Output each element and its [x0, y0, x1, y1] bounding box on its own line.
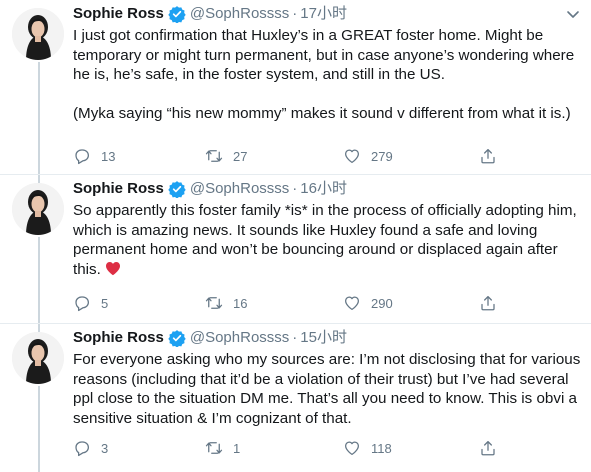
retweet-icon — [205, 297, 223, 309]
retweet-count: 16 — [233, 295, 248, 311]
share-icon — [481, 440, 495, 456]
reply-button[interactable]: 5 — [73, 294, 108, 312]
share-icon — [481, 295, 495, 311]
author-name[interactable]: Sophie Ross — [73, 328, 164, 348]
thread-line — [38, 62, 40, 175]
author-name[interactable]: Sophie Ross — [73, 4, 164, 24]
retweet-icon — [205, 442, 223, 454]
tweet[interactable]: Sophie Ross @SophRossss · 15小时 For every… — [0, 324, 591, 472]
reply-icon — [75, 296, 90, 312]
thread-line — [38, 175, 40, 183]
retweet-icon — [205, 150, 223, 162]
timestamp[interactable]: 15小时 — [300, 328, 347, 348]
tweet-actions: 3 1 118 — [73, 438, 513, 458]
author-handle[interactable]: @SophRossss — [190, 328, 289, 348]
separator-dot: · — [292, 5, 298, 22]
thread-line — [38, 237, 40, 324]
tweet-text: I just got confirmation that Huxley’s in… — [73, 27, 575, 122]
retweet-count: 27 — [233, 148, 248, 164]
like-count: 290 — [371, 295, 393, 311]
red-heart-emoji-icon — [106, 261, 121, 275]
tweet[interactable]: Sophie Ross @SophRossss · 16小时 So appare… — [0, 175, 591, 324]
retweet-button[interactable]: 16 — [205, 294, 247, 312]
tweet-actions: 5 16 290 — [73, 293, 513, 313]
heart-icon — [344, 296, 360, 311]
share-button[interactable] — [479, 439, 497, 457]
heart-icon — [344, 149, 360, 164]
verified-badge-icon — [168, 6, 186, 23]
avatar[interactable] — [12, 8, 64, 60]
separator-dot: · — [292, 329, 298, 346]
verified-badge-icon — [168, 181, 186, 198]
retweet-button[interactable]: 27 — [205, 147, 247, 165]
like-count: 279 — [371, 148, 393, 164]
avatar[interactable] — [12, 332, 64, 384]
thread-line — [38, 386, 40, 472]
like-button[interactable]: 279 — [343, 147, 393, 165]
author-handle[interactable]: @SophRossss — [190, 179, 289, 199]
separator-dot: · — [292, 180, 298, 197]
reply-count: 3 — [101, 440, 109, 456]
tweet-text: So apparently this foster family *is* in… — [73, 201, 583, 279]
share-icon — [481, 148, 495, 164]
timestamp[interactable]: 16小时 — [300, 179, 347, 199]
author-handle[interactable]: @SophRossss — [190, 4, 289, 24]
like-button[interactable]: 290 — [343, 294, 393, 312]
reply-count: 13 — [101, 148, 116, 164]
timestamp[interactable]: 17小时 — [300, 4, 347, 24]
retweet-button[interactable]: 1 — [205, 439, 240, 457]
tweet-header: Sophie Ross @SophRossss · 17小时 — [73, 4, 581, 24]
like-count: 118 — [371, 440, 392, 456]
avatar[interactable] — [12, 183, 64, 235]
heart-icon — [344, 441, 360, 456]
tweet-thread: Sophie Ross @SophRossss · 17小时 I just go… — [0, 0, 591, 472]
author-name[interactable]: Sophie Ross — [73, 179, 164, 199]
reply-button[interactable]: 13 — [73, 147, 115, 165]
tweet-text-content: So apparently this foster family *is* in… — [73, 202, 577, 278]
tweet-text: For everyone asking who my sources are: … — [73, 351, 581, 427]
reply-count: 5 — [101, 295, 109, 311]
thread-line — [38, 324, 40, 332]
tweet-header: Sophie Ross @SophRossss · 16小时 — [73, 179, 581, 199]
verified-badge-icon — [168, 330, 186, 347]
reply-icon — [75, 149, 90, 165]
tweet-header: Sophie Ross @SophRossss · 15小时 — [73, 328, 581, 348]
tweet[interactable]: Sophie Ross @SophRossss · 17小时 I just go… — [0, 0, 591, 175]
share-button[interactable] — [479, 294, 497, 312]
share-button[interactable] — [479, 147, 497, 165]
retweet-count: 1 — [233, 440, 241, 456]
tweet-actions: 13 27 279 — [73, 146, 513, 166]
chevron-down-icon[interactable] — [565, 6, 581, 22]
like-button[interactable]: 118 — [343, 439, 392, 457]
reply-button[interactable]: 3 — [73, 439, 108, 457]
reply-icon — [75, 441, 90, 457]
